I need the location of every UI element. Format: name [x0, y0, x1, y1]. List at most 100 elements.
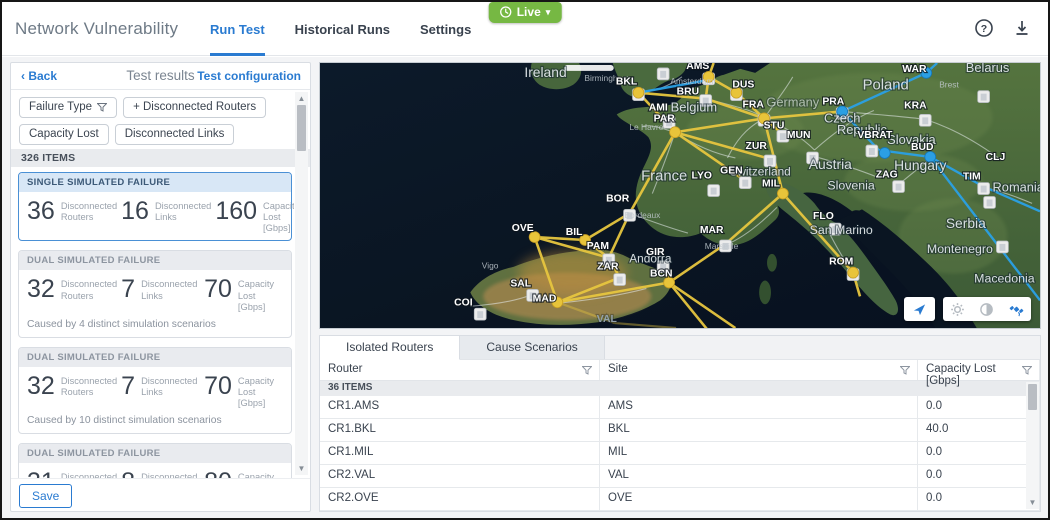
- node-label-PRA: PRA: [822, 97, 844, 108]
- router-node-VBRAT2[interactable]: [878, 147, 891, 159]
- app-window: Network Vulnerability Run Test Historical…: [0, 0, 1050, 520]
- column-filter-icon[interactable]: [582, 365, 592, 377]
- locate-button[interactable]: [904, 297, 935, 321]
- tab-isolated-routers[interactable]: Isolated Routers: [320, 336, 461, 360]
- app-header: Network Vulnerability Run Test Historical…: [2, 2, 1048, 56]
- scroll-up-icon[interactable]: ▲: [295, 94, 308, 103]
- table-cell: CR1.MIL: [320, 442, 600, 464]
- table-cell: 40.0: [918, 419, 1040, 441]
- help-icon[interactable]: ?: [974, 18, 994, 38]
- stat-value: 16: [121, 197, 149, 225]
- live-badge[interactable]: Live ▾: [488, 2, 562, 23]
- map-display-toggle: [943, 297, 1031, 321]
- node-label-GEN: GEN: [720, 166, 742, 177]
- router-node-BKL[interactable]: [632, 86, 645, 99]
- column-header[interactable]: Site: [600, 360, 918, 380]
- table-cell: CR2.OVE: [320, 488, 600, 510]
- node-label-GIR: GIR: [646, 247, 665, 258]
- site-node-inner: [895, 183, 902, 191]
- node-label-MUN: MUN: [787, 130, 811, 141]
- node-label-COI: COI: [454, 297, 473, 308]
- stat-value: 36: [27, 197, 55, 225]
- country-label: Belarus: [966, 63, 1010, 75]
- tab-historical-runs[interactable]: Historical Runs: [295, 2, 390, 56]
- network-map[interactable]: IrelandBelgium GermanyFrancePolandCzechRe…: [320, 63, 1040, 328]
- tab-settings[interactable]: Settings: [420, 2, 471, 56]
- country-label: Romania: [993, 180, 1040, 195]
- table-row[interactable]: CR2.OVE OVE 0.0: [320, 488, 1040, 511]
- table-row[interactable]: CR1.MIL MIL 0.0: [320, 442, 1040, 465]
- node-label-FRA: FRA: [743, 99, 765, 110]
- node-label-FLO: FLO: [813, 211, 834, 222]
- failure-card[interactable]: DUAL SIMULATED FAILURE 32 Disconnected Rout…: [18, 250, 292, 338]
- test-configuration-link[interactable]: Test configuration: [197, 69, 301, 83]
- site-node-inner: [922, 117, 929, 125]
- router-node-MIL[interactable]: [777, 187, 789, 200]
- stat: 160CapacityLost[Gbps]: [215, 199, 294, 234]
- table-row[interactable]: CR2.VAL VAL 0.0: [320, 465, 1040, 488]
- column-filter-icon[interactable]: [900, 365, 910, 377]
- stat-value: 160: [215, 197, 258, 225]
- city-label: Marseille: [705, 241, 739, 251]
- filter-chip-capacity-lost[interactable]: Capacity Lost: [19, 124, 109, 145]
- header-icons: ?: [974, 18, 1032, 38]
- column-header[interactable]: Capacity Lost [Gbps]: [918, 360, 1040, 387]
- scroll-down-icon[interactable]: ▼: [295, 464, 308, 473]
- node-label-LYO: LYO: [692, 171, 712, 182]
- failure-card-stats: 31DisconnectedRouters8DisconnectedLinks8…: [19, 463, 291, 478]
- table-row[interactable]: CR1.BKL BKL 40.0: [320, 419, 1040, 442]
- failure-card[interactable]: SINGLE SIMULATED FAILURE 36 Disconnected Ro…: [18, 172, 294, 242]
- failure-card-stats: 36 Disconnected Routers 16 Disconnected Links…: [19, 192, 294, 240]
- filter-chip-disconnected-links[interactable]: Disconnected Links: [114, 124, 235, 145]
- country-label: Slovenia: [827, 179, 875, 193]
- site-node-inner: [742, 179, 749, 187]
- router-node-PAR[interactable]: [669, 126, 681, 139]
- results-scrollbar[interactable]: ▲ ▼: [295, 92, 308, 475]
- island: [759, 280, 771, 305]
- node-label-VAL: VAL: [597, 314, 618, 325]
- failure-card[interactable]: DUAL SIMULATED FAILURE 31 DisconnectedRout…: [18, 443, 292, 478]
- node-label-BRU: BRU: [677, 87, 699, 98]
- table-cell: 0.0: [918, 488, 1040, 510]
- node-label-SAL: SAL: [510, 278, 531, 289]
- site-node-inner: [710, 187, 717, 195]
- table-row[interactable]: CR1.AMS AMS 0.0: [320, 396, 1040, 419]
- country-label: Ireland: [524, 64, 566, 80]
- node-label-ZAG: ZAG: [876, 170, 898, 181]
- map-panel[interactable]: Ireland Belgium Germany France Poland Czech Re…: [319, 62, 1041, 329]
- site-node-inner: [660, 70, 667, 78]
- stat-label: DisconnectedRouters: [60, 201, 118, 223]
- download-icon[interactable]: [1012, 18, 1032, 38]
- table-scrollbar[interactable]: ▼: [1026, 382, 1039, 509]
- workspace: ‹ Back Test results Test configuration F…: [2, 57, 1048, 518]
- tab-run-test[interactable]: Run Test: [210, 2, 265, 56]
- router-node-ROM[interactable]: [847, 266, 859, 279]
- table-tabs: Isolated Routers Cause Scenarios: [320, 336, 1040, 360]
- node-label-WAR: WAR: [902, 64, 927, 75]
- filter-chip-failure-type[interactable]: Failure Type: [19, 97, 118, 118]
- filter-chip--disconnected-routers[interactable]: + Disconnected Routers: [123, 97, 267, 118]
- site-node-inner: [986, 199, 993, 207]
- tab-cause-scenarios[interactable]: Cause Scenarios: [460, 336, 605, 359]
- scrollbar-thumb[interactable]: [1028, 384, 1037, 410]
- failure-card-caption: Caused by 4 distinct simulation scenario…: [27, 318, 216, 330]
- table-cell: CR2.VAL: [320, 465, 600, 487]
- scroll-down-icon[interactable]: ▼: [1026, 498, 1039, 507]
- satellite-icon[interactable]: [1009, 302, 1024, 317]
- node-label-OVE: OVE: [512, 223, 534, 234]
- table-cell: 0.0: [918, 465, 1040, 487]
- contrast-icon[interactable]: [979, 302, 994, 317]
- scrollbar-thumb[interactable]: [297, 105, 306, 151]
- column-header[interactable]: Router: [320, 360, 600, 380]
- save-button[interactable]: Save: [19, 484, 73, 508]
- gear-icon[interactable]: [950, 302, 965, 317]
- stat-label: DisconnectedLinks: [141, 375, 198, 398]
- failure-card[interactable]: DUAL SIMULATED FAILURE 32 Disconnected Rout…: [18, 346, 292, 435]
- site-node-inner: [868, 148, 875, 155]
- stat-value: 7: [121, 371, 136, 400]
- stat: 31 DisconnectedRouters: [27, 470, 117, 478]
- cut-off-control: [564, 64, 614, 71]
- svg-text:?: ?: [981, 23, 987, 35]
- stat-label: DisconnectedRouters: [60, 472, 118, 478]
- column-filter-icon[interactable]: [1022, 365, 1032, 377]
